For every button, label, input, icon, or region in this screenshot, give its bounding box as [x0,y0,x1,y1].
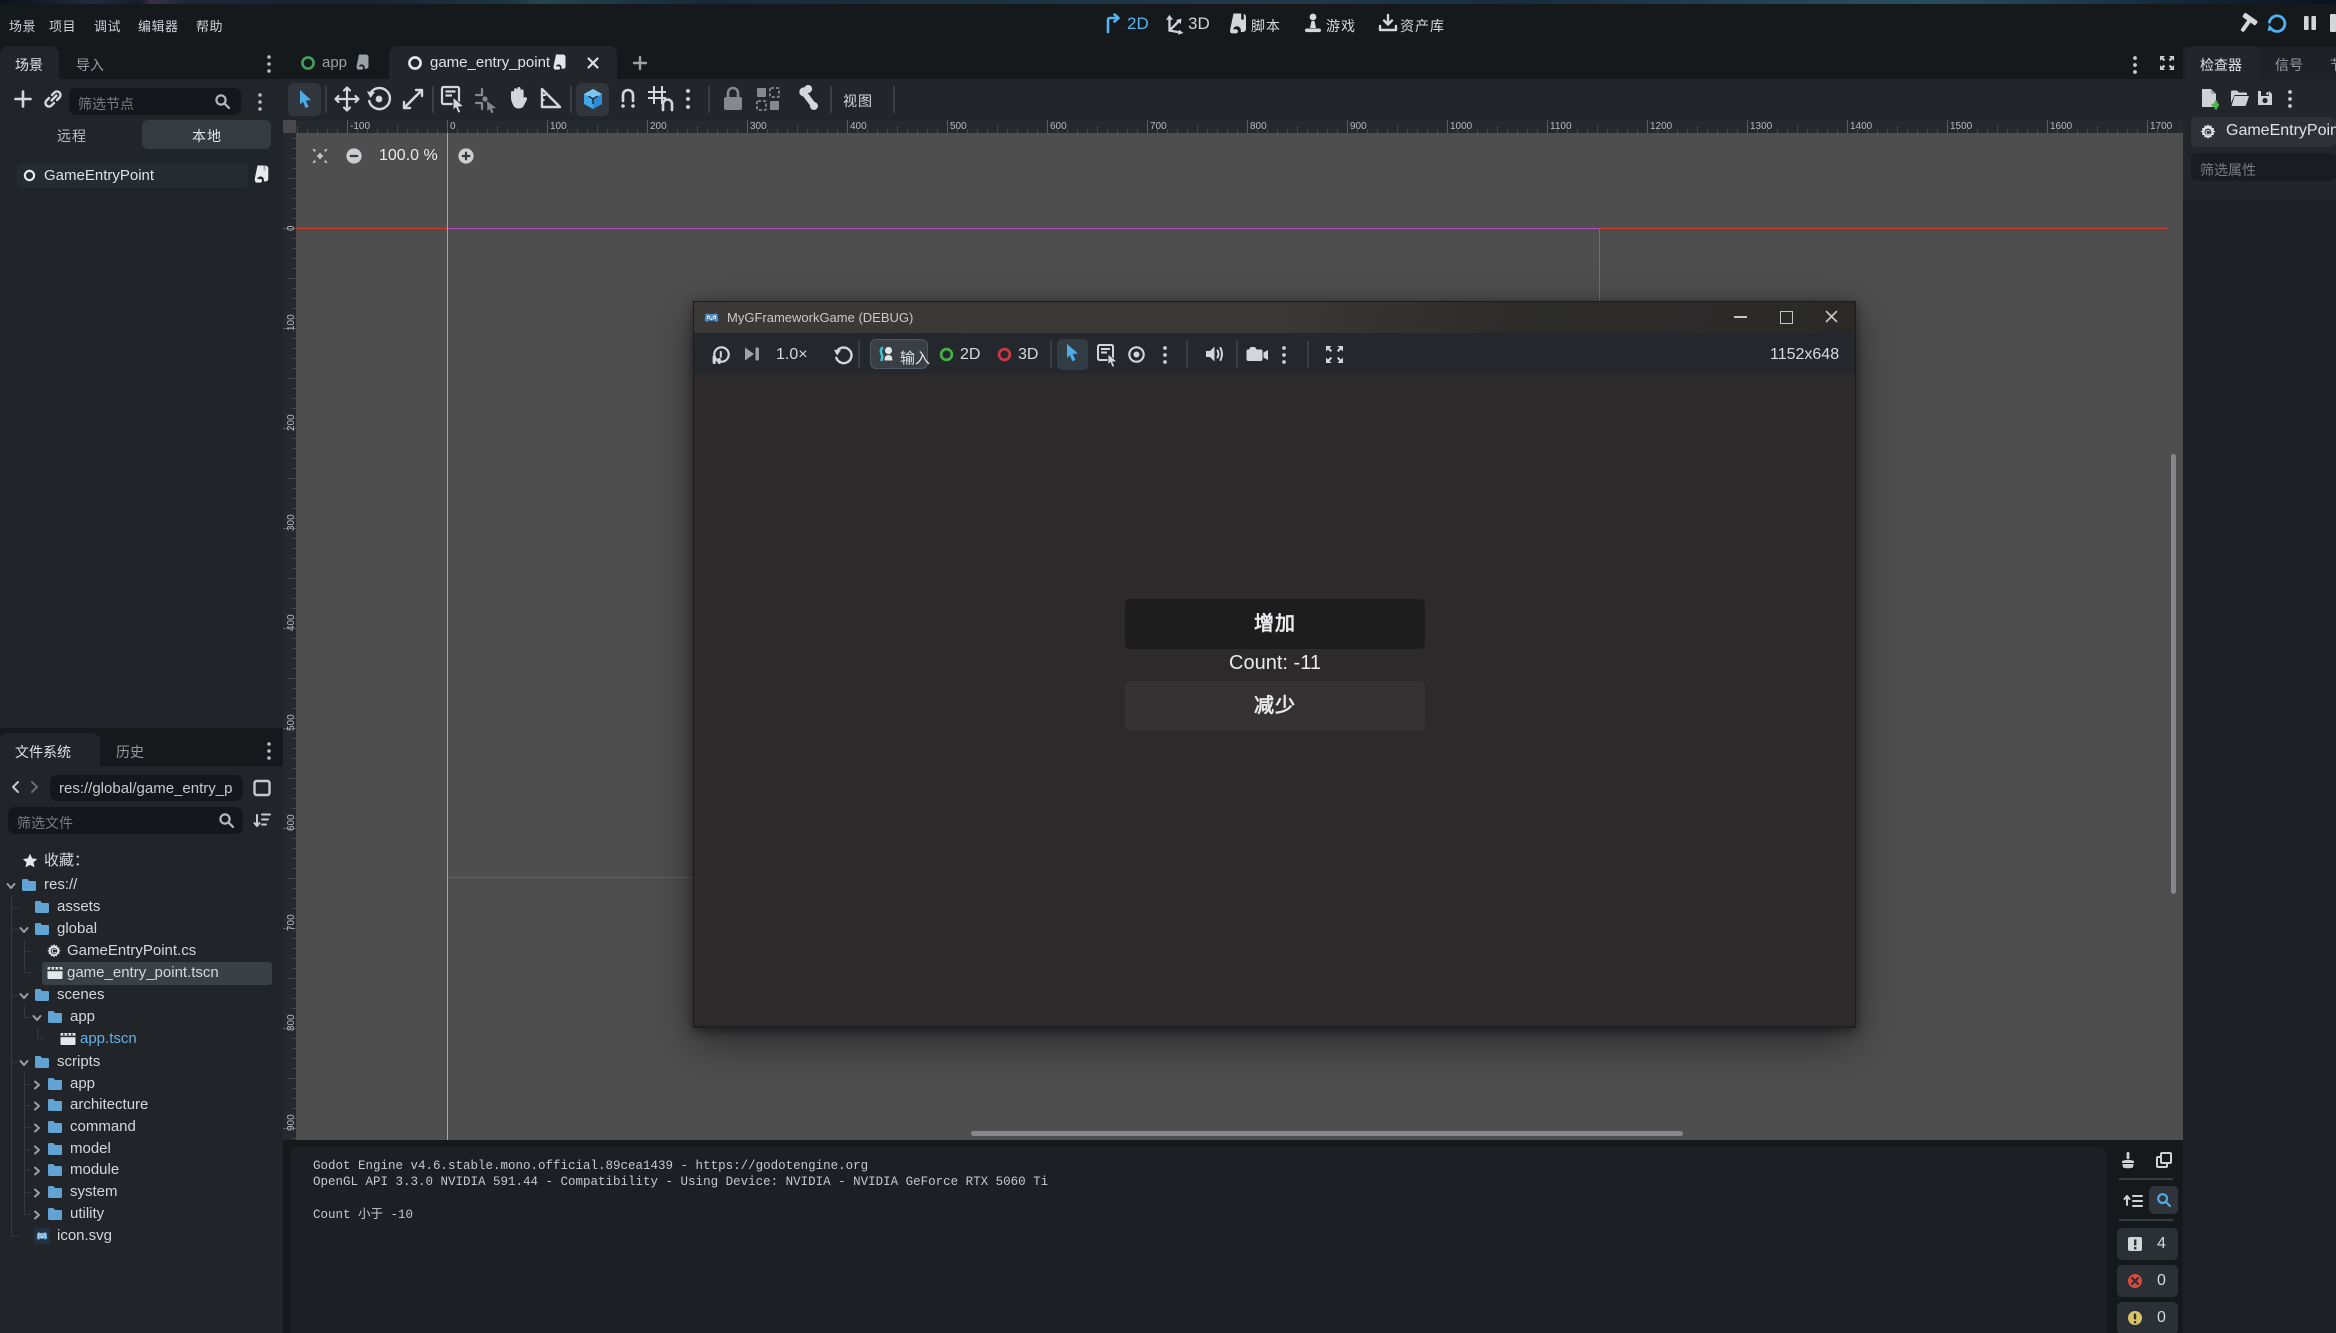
svg-text:400: 400 [286,614,296,631]
svg-text:200: 200 [286,414,296,431]
svg-text:700: 700 [286,914,296,931]
svg-text:C: C [51,949,56,956]
svg-text:300: 300 [286,514,296,531]
svg-text:900: 900 [286,1114,296,1131]
svg-text:600: 600 [286,814,296,831]
svg-text:0: 0 [286,225,296,231]
svg-text:800: 800 [286,1014,296,1031]
svg-text:500: 500 [286,714,296,731]
svg-text:100: 100 [286,314,296,331]
svg-text:C: C [2205,128,2211,137]
